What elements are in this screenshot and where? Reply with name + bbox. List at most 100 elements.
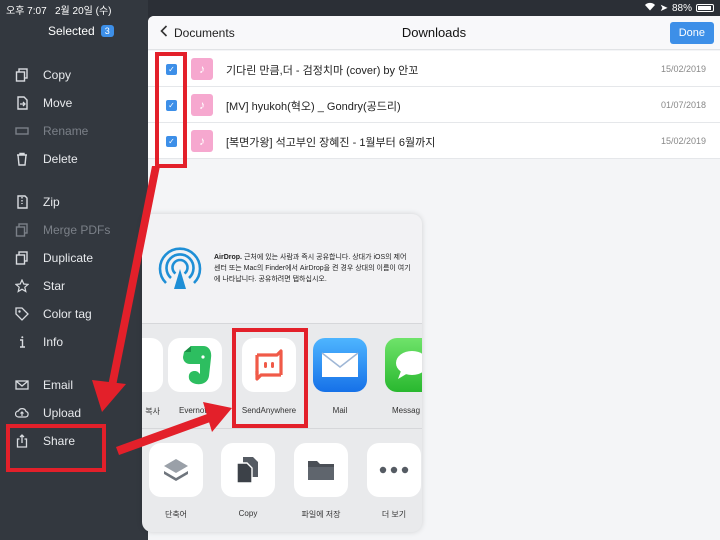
action-save-to-files[interactable]: 파일에 저장 xyxy=(291,443,351,520)
app-sendanywhere[interactable]: SendAnywhere xyxy=(239,338,299,415)
action-more[interactable]: 더 보기 xyxy=(364,443,422,520)
checkbox-checked[interactable]: ✓ xyxy=(166,136,177,147)
menu-copy-label: Copy xyxy=(43,68,72,82)
info-icon xyxy=(14,334,30,350)
menu-info[interactable]: Info xyxy=(0,330,148,354)
airdrop-icon xyxy=(152,239,208,300)
action-copy-label: Copy xyxy=(238,509,258,518)
menu-copy[interactable]: Copy xyxy=(0,63,148,87)
menu-zip-label: Zip xyxy=(43,195,60,209)
upload-icon xyxy=(14,405,30,421)
evernote-icon xyxy=(168,338,222,392)
menu-share[interactable]: Share xyxy=(0,429,148,453)
location-icon: ➤ xyxy=(659,2,668,14)
menu-upload-label: Upload xyxy=(43,406,82,420)
music-file-icon: ♪ xyxy=(191,94,213,116)
file-row[interactable]: ✓ ♪ 기다린 만큼,더 - 검정치마 (cover) by 안꼬 15/02/… xyxy=(148,51,720,87)
menu-email-label: Email xyxy=(43,378,74,392)
checkbox-checked[interactable]: ✓ xyxy=(166,64,177,75)
share-apps-row: 복사 Evernote SendAnywhere Mail Messag xyxy=(142,324,422,429)
checkbox-checked[interactable]: ✓ xyxy=(166,100,177,111)
music-file-icon: ♪ xyxy=(191,58,213,80)
mail-icon xyxy=(14,377,30,393)
airdrop-section[interactable]: AirDrop. 근처에 있는 사람과 즉시 공유합니다. 상대가 iOS의 제… xyxy=(142,214,422,324)
menu-duplicate-label: Duplicate xyxy=(43,251,94,265)
selected-header: Selected 3 xyxy=(48,24,114,38)
status-date: 2월 20일 (수) xyxy=(55,6,112,17)
share-icon xyxy=(14,433,30,449)
copy-app-icon xyxy=(142,338,163,392)
menu-email[interactable]: Email xyxy=(0,373,148,397)
menu-share-label: Share xyxy=(43,434,76,448)
app-copy[interactable]: 복사 xyxy=(142,338,166,417)
action-shortcuts-label: 단축어 xyxy=(164,510,188,519)
menu-zip[interactable]: Zip xyxy=(0,190,148,214)
page-title: Downloads xyxy=(401,25,467,40)
menu-merge-pdfs-label: Merge PDFs xyxy=(43,223,111,237)
merge-icon xyxy=(14,222,30,238)
selected-label: Selected xyxy=(48,24,95,38)
wifi-icon xyxy=(644,2,656,14)
menu-merge-pdfs[interactable]: Merge PDFs xyxy=(0,218,148,242)
status-time: 오후 7:07 xyxy=(6,6,47,17)
app-mail[interactable]: Mail xyxy=(310,338,370,415)
battery-percent: 88% xyxy=(671,2,692,14)
copy-doc-icon xyxy=(221,443,275,497)
file-row[interactable]: ✓ ♪ [복면가왕] 석고부인 장혜진 - 1월부터 6월까지 15/02/20… xyxy=(148,123,720,159)
share-sheet: AirDrop. 근처에 있는 사람과 즉시 공유합니다. 상대가 iOS의 제… xyxy=(142,214,422,532)
selection-sidebar: Selected 3 Copy Move Rename Delete Zip M… xyxy=(0,0,148,540)
shortcuts-icon xyxy=(149,443,203,497)
folder-icon xyxy=(294,443,348,497)
app-evernote[interactable]: Evernote xyxy=(165,338,225,415)
battery-icon xyxy=(696,4,714,12)
done-button[interactable]: Done xyxy=(669,22,714,44)
file-name: [복면가왕] 석고부인 장혜진 - 1월부터 6월까지 xyxy=(226,137,436,149)
status-right: ➤ 88% xyxy=(644,2,714,14)
app-messages[interactable]: Messag xyxy=(382,338,422,415)
music-file-icon: ♪ xyxy=(191,130,213,152)
zip-icon xyxy=(14,194,30,210)
messages-icon xyxy=(385,338,422,392)
menu-duplicate[interactable]: Duplicate xyxy=(0,246,148,270)
airdrop-body: 근처에 있는 사람과 즉시 공유합니다. 상대가 iOS의 제어 센터 또는 M… xyxy=(214,254,411,283)
menu-move[interactable]: Move xyxy=(0,91,148,115)
selected-count-badge: 3 xyxy=(100,25,114,37)
action-save-to-files-label: 파일에 저장 xyxy=(301,510,341,519)
sendanywhere-icon xyxy=(242,338,296,392)
menu-rename-label: Rename xyxy=(43,124,89,138)
more-icon xyxy=(367,443,421,497)
action-copy[interactable]: Copy xyxy=(218,443,278,518)
menu-color-tag-label: Color tag xyxy=(43,307,92,321)
menu-color-tag[interactable]: Color tag xyxy=(0,302,148,326)
menu-info-label: Info xyxy=(43,335,64,349)
tag-icon xyxy=(14,306,30,322)
menu-star-label: Star xyxy=(43,279,66,293)
airdrop-description: AirDrop. 근처에 있는 사람과 즉시 공유합니다. 상대가 iOS의 제… xyxy=(214,252,414,285)
navigation-bar: Documents Downloads Done xyxy=(148,16,720,50)
move-icon xyxy=(14,95,30,111)
menu-star[interactable]: Star xyxy=(0,274,148,298)
copy-icon xyxy=(14,67,30,83)
action-shortcuts[interactable]: 단축어 xyxy=(146,443,206,520)
menu-upload[interactable]: Upload xyxy=(0,401,148,425)
app-copy-label: 복사 xyxy=(145,407,160,416)
menu-move-label: Move xyxy=(43,96,73,110)
app-mail-label: Mail xyxy=(332,406,348,415)
file-date: 15/02/2019 xyxy=(660,136,706,146)
file-name: [MV] hyukoh(혁오) _ Gondry(공드리) xyxy=(226,101,401,113)
rename-icon xyxy=(14,123,30,139)
menu-rename[interactable]: Rename xyxy=(0,119,148,143)
app-evernote-label: Evernote xyxy=(178,406,212,415)
action-more-label: 더 보기 xyxy=(381,510,407,519)
status-time-date: 오후 7:07 2월 20일 (수) xyxy=(6,2,112,17)
share-actions-row: 단축어 Copy 파일에 저장 더 보기 xyxy=(142,429,422,532)
menu-delete-label: Delete xyxy=(43,152,78,166)
file-date: 15/02/2019 xyxy=(660,64,706,74)
file-name: 기다린 만큼,더 - 검정치마 (cover) by 안꼬 xyxy=(226,65,419,77)
app-messages-label: Messag xyxy=(392,406,421,415)
airdrop-title: AirDrop. xyxy=(214,254,242,261)
duplicate-icon xyxy=(14,250,30,266)
menu-delete[interactable]: Delete xyxy=(0,147,148,171)
file-date: 01/07/2018 xyxy=(660,100,706,110)
file-row[interactable]: ✓ ♪ [MV] hyukoh(혁오) _ Gondry(공드리) 01/07/… xyxy=(148,87,720,123)
